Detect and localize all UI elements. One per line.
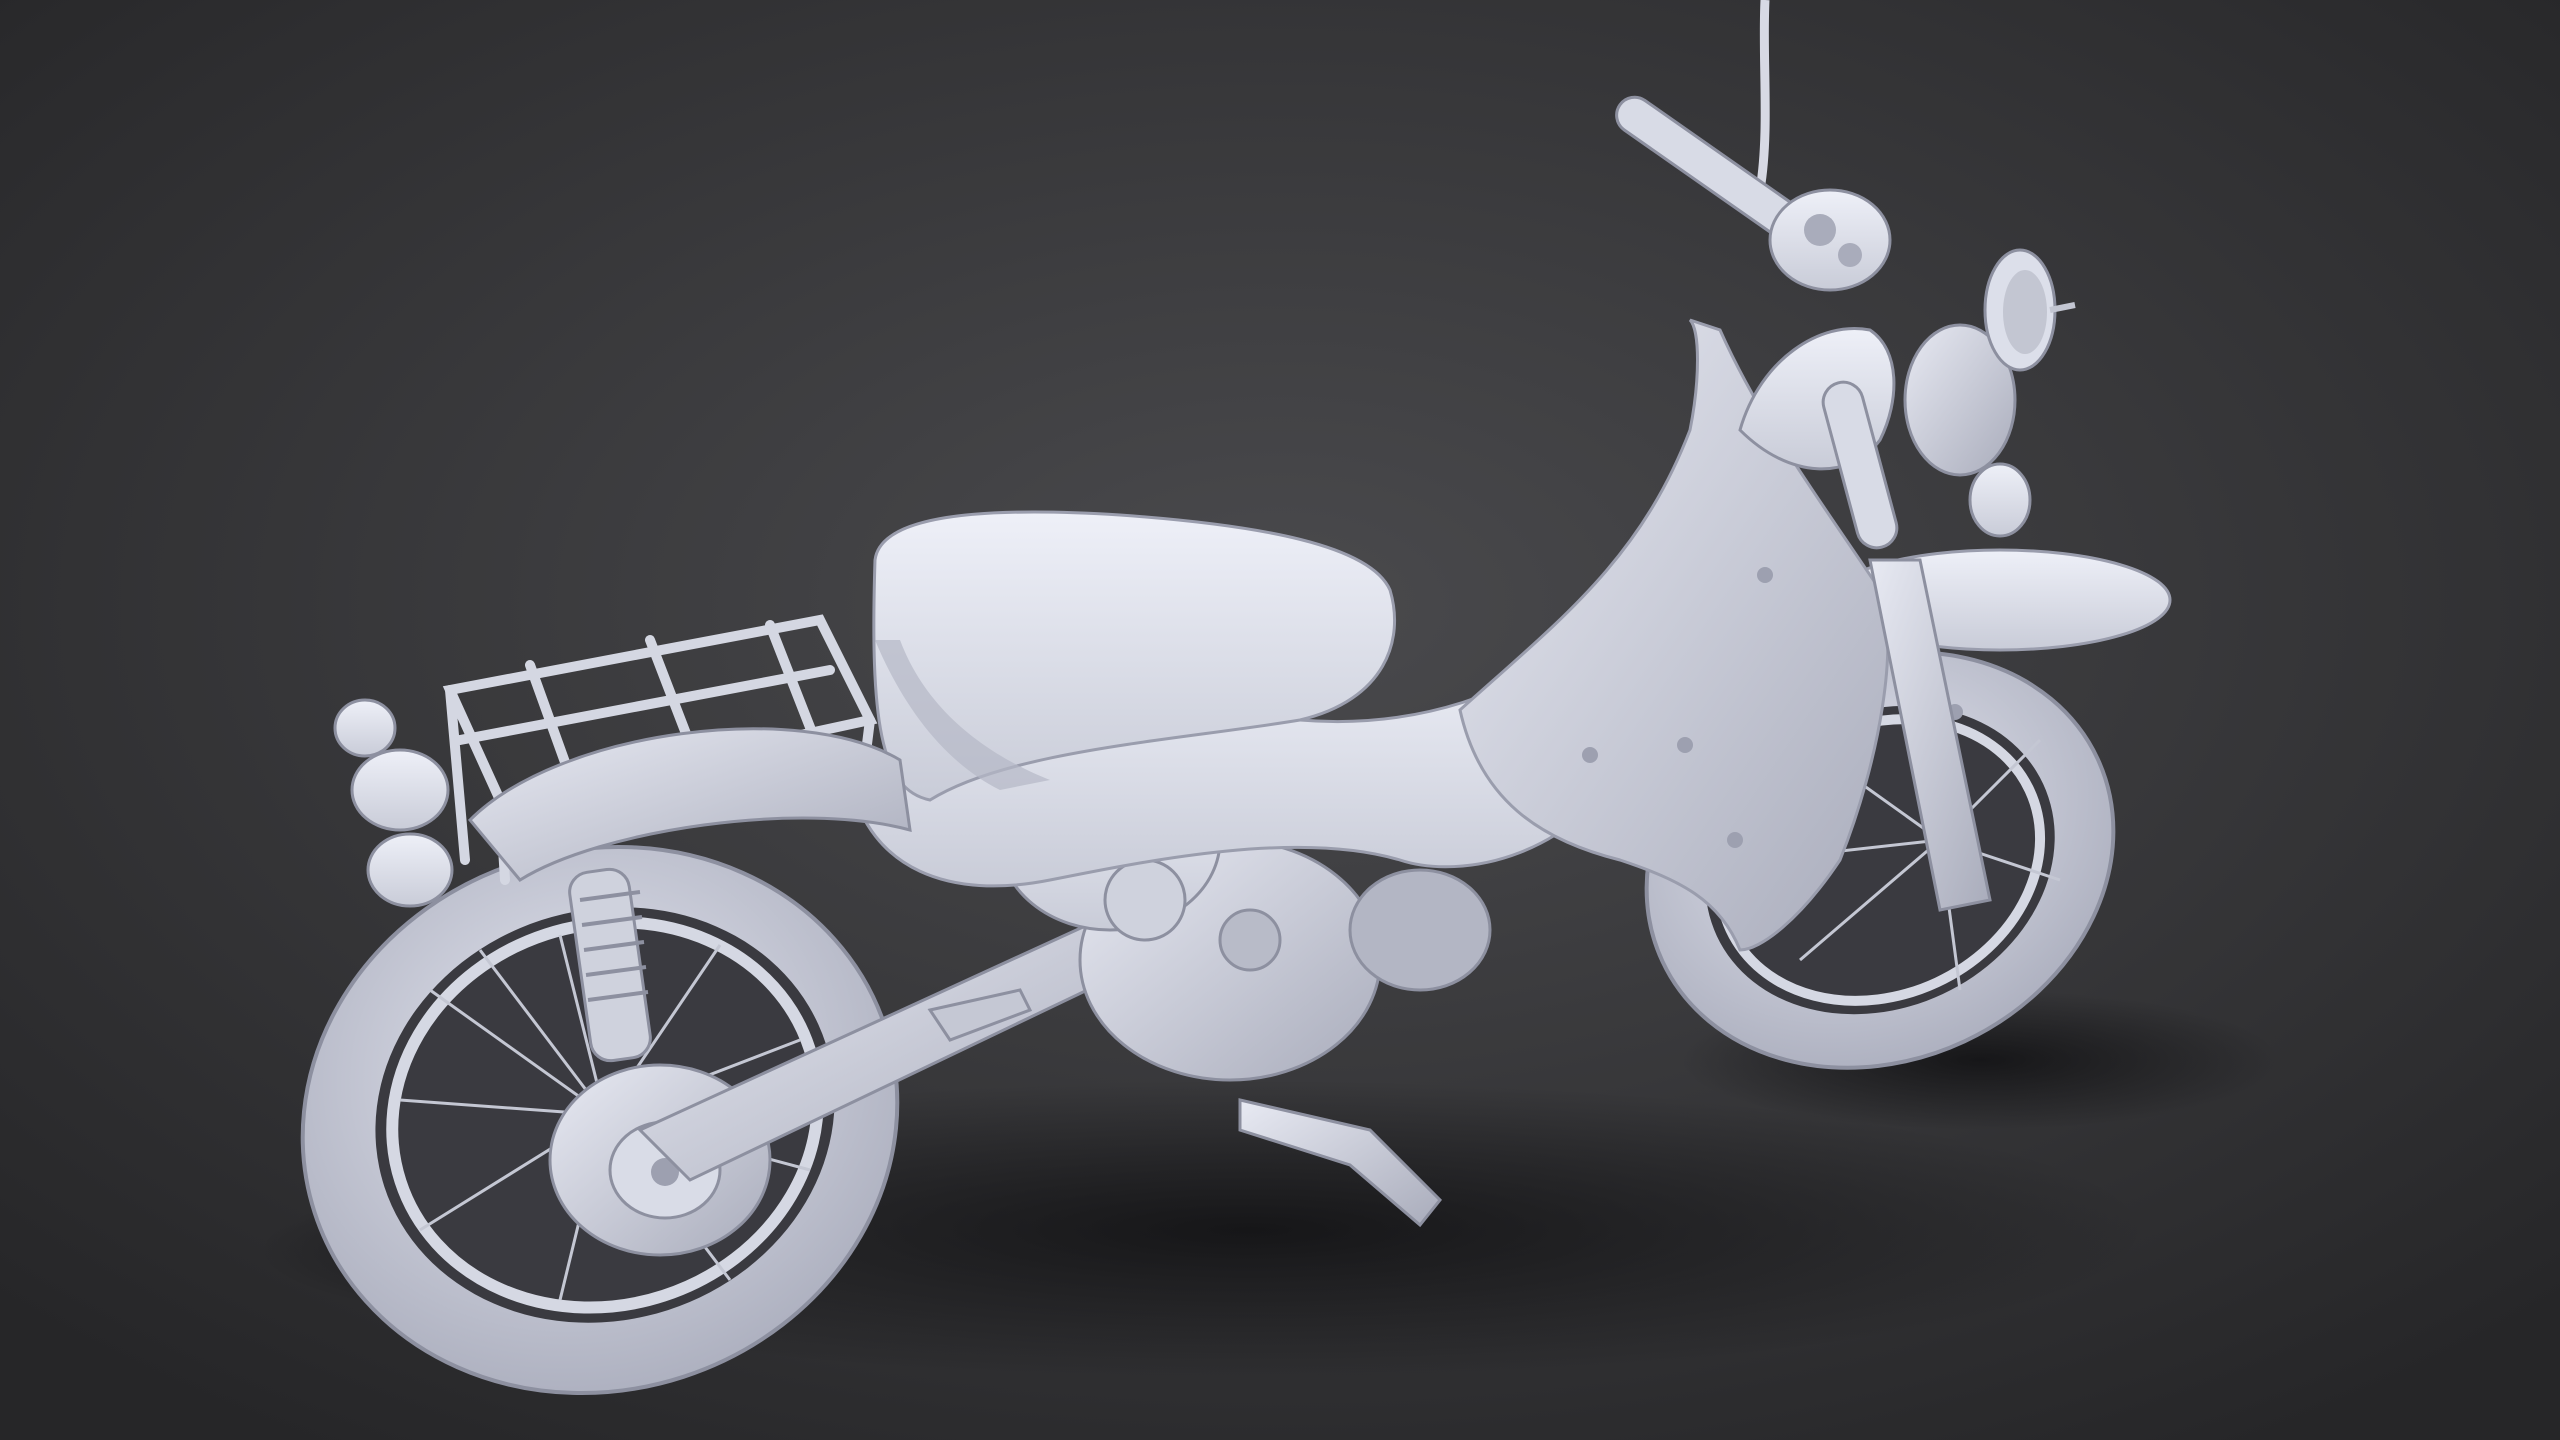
cable [1755, 0, 1770, 191]
moped-render [0, 0, 2560, 1440]
render-viewport [0, 0, 2560, 1440]
front-turn-signal [1968, 462, 2032, 538]
